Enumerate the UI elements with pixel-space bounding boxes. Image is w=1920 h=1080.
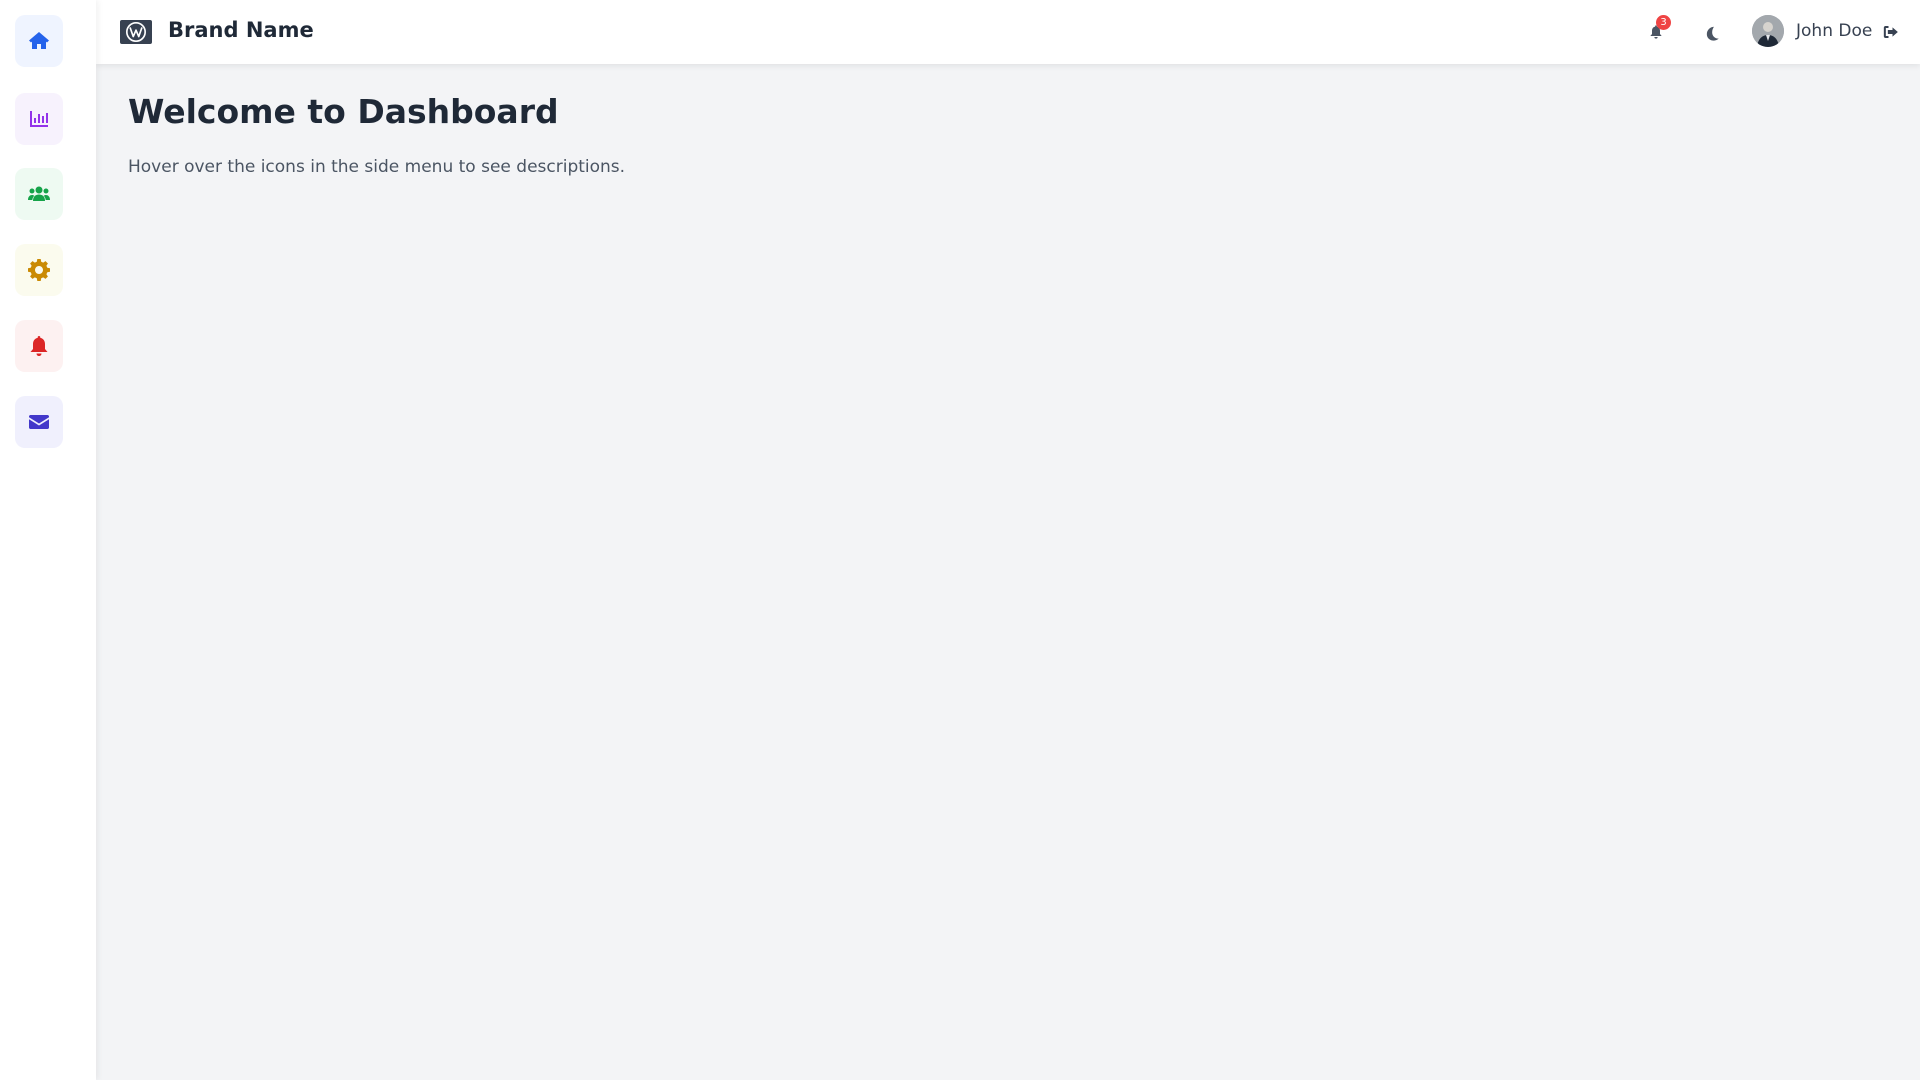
users-icon	[28, 186, 50, 201]
dark-mode-toggle[interactable]	[1700, 21, 1724, 45]
sidebar	[0, 0, 96, 1080]
notification-badge: 3	[1656, 15, 1671, 30]
chart-icon	[30, 111, 48, 127]
sidebar-item-users[interactable]	[15, 168, 63, 220]
user-name[interactable]: John Doe	[1796, 21, 1872, 41]
sidebar-item-home[interactable]	[15, 15, 63, 67]
sidebar-item-settings[interactable]	[15, 244, 63, 296]
brand-logo[interactable]	[120, 20, 152, 44]
home-icon	[29, 32, 49, 49]
sidebar-item-analytics[interactable]	[15, 93, 63, 145]
logo-icon	[126, 22, 146, 42]
avatar[interactable]	[1752, 15, 1784, 47]
gear-icon	[28, 259, 50, 281]
sidebar-item-messages[interactable]	[15, 396, 63, 448]
moon-icon	[1706, 26, 1719, 41]
logout-icon	[1883, 26, 1898, 38]
notifications-button[interactable]: 3	[1644, 15, 1671, 44]
app: Brand Name 3 John Doe Welcome to Dashboa…	[0, 0, 1920, 1080]
brand-name[interactable]: Brand Name	[168, 18, 314, 42]
user-avatar-icon	[1752, 15, 1784, 47]
top-header: Brand Name 3 John Doe	[96, 0, 1920, 64]
envelope-icon	[29, 415, 49, 429]
page-title: Welcome to Dashboard	[128, 92, 559, 131]
sidebar-item-notifications[interactable]	[15, 320, 63, 372]
bell-icon	[30, 336, 48, 356]
logout-button[interactable]	[1879, 21, 1901, 43]
page-description: Hover over the icons in the side menu to…	[128, 157, 626, 177]
